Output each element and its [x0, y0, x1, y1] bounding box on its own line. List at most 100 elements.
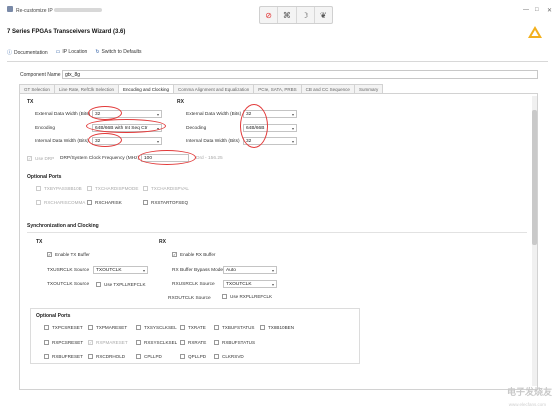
- cb-rxchariscomma[interactable]: RXCHARISCOMMA: [36, 200, 85, 205]
- window-title: Re-customize IP: [16, 8, 53, 14]
- ie-icon[interactable]: ⊘: [260, 7, 279, 23]
- cb-label: CLKRSVD: [222, 354, 244, 359]
- checkbox-box: [136, 325, 141, 330]
- info-icon: ⓘ: [7, 50, 13, 56]
- documentation-link[interactable]: ⓘ Documentation: [7, 49, 48, 56]
- scrollbar-thumb[interactable]: [532, 110, 537, 245]
- checkbox-box: ✓: [47, 252, 52, 257]
- enable-tx-buffer-checkbox[interactable]: ✓ Enable TX Buffer: [47, 252, 90, 257]
- cb-label: RXCHARISCOMMA: [44, 200, 86, 205]
- drp-freq-label: DRP/System Clock Frequency (MHz): [60, 156, 140, 161]
- refresh-icon: ↻: [95, 49, 100, 55]
- cat-icon[interactable]: ❦: [315, 7, 332, 23]
- use-drp-label: Use DRP: [35, 156, 55, 161]
- sync-rx-heading: RX: [159, 239, 166, 245]
- optional-ports-heading: Optional Ports: [27, 174, 62, 180]
- minimize-button[interactable]: —: [523, 7, 529, 13]
- cb-rxstartofseq[interactable]: RXSTARTOFSEQ: [143, 200, 188, 205]
- cb-label: TXPMARESET: [96, 325, 128, 330]
- use-txpllrefclk-checkbox[interactable]: Use TXPLLREFCLK: [96, 282, 146, 287]
- txoutclk-label: TXOUTCLK Source: [47, 282, 90, 287]
- cb-txrate[interactable]: TXRATE: [180, 325, 206, 330]
- cb-rxbufstatus[interactable]: RXBUFSTATUS: [214, 340, 255, 345]
- checkbox-box: [44, 354, 49, 359]
- cb-label: QPLLPD: [188, 354, 207, 359]
- moon-icon[interactable]: ☽: [297, 7, 315, 23]
- annotation-circle: [138, 150, 196, 165]
- cb-label: RXBUFRESET: [52, 354, 83, 359]
- maximize-button[interactable]: □: [535, 7, 539, 13]
- cb-rxsysclksel[interactable]: RXSYSCLKSEL: [136, 340, 177, 345]
- puzzle-icon[interactable]: ⌘: [278, 7, 297, 23]
- watermark: 电子发烧友: [506, 387, 552, 397]
- cb-rxrate[interactable]: RXRATE: [180, 340, 206, 345]
- switch-defaults-link[interactable]: ↻ Switch to Defaults: [95, 49, 141, 56]
- chevron-down-icon: ▾: [142, 268, 145, 273]
- checkbox-box: [214, 354, 219, 359]
- component-name-label: Component Name: [20, 72, 61, 78]
- rxbypass-select[interactable]: Auto ▾: [223, 266, 277, 274]
- optional-ports-2-heading: Optional Ports: [36, 313, 71, 319]
- rxusrclk-select[interactable]: TXOUTCLK ▾: [223, 280, 277, 288]
- cb-label: TX8B10BEN: [268, 325, 295, 330]
- cb-rxcdrhold[interactable]: RXCDRHOLD: [88, 354, 125, 359]
- cb-txbufstatus[interactable]: TXBUFSTATUS: [214, 325, 255, 330]
- divider: [27, 232, 527, 233]
- tx-encoding-label: Encoding: [35, 126, 56, 131]
- use-drp-checkbox[interactable]: ✓ Use DRP: [27, 156, 54, 161]
- checkbox-box: [180, 354, 185, 359]
- enable-rx-buffer-label: Enable RX Buffer: [180, 252, 216, 257]
- cb-rxcharisk[interactable]: RXCHARISK: [87, 200, 122, 205]
- cb-txpcsreset[interactable]: TXPCSRESET: [44, 325, 83, 330]
- cb-txsysclksel[interactable]: TXSYSCLKSEL: [136, 325, 177, 330]
- rxoutclk-label: RXOUTCLK Source: [168, 296, 211, 301]
- cb-txchardispval[interactable]: TXCHARDISPVAL: [143, 186, 189, 191]
- cb-rxbufreset[interactable]: RXBUFRESET: [44, 354, 83, 359]
- chevron-down-icon: ▾: [291, 126, 294, 131]
- enable-rx-buffer-checkbox[interactable]: ✓ Enable RX Buffer: [172, 252, 215, 257]
- cb-qpllpd[interactable]: QPLLPD: [180, 354, 206, 359]
- checkbox-box: [143, 186, 148, 191]
- cb-label: TXBYPASS8B10B: [44, 186, 82, 191]
- annotation-circle: [86, 119, 166, 133]
- cb-label: RXCHARISK: [95, 200, 122, 205]
- cb-label: RXPMARESET: [96, 340, 128, 345]
- chevron-down-icon: ▾: [291, 139, 294, 144]
- cb-label: RXSTARTOFSEQ: [151, 200, 189, 205]
- sync-tx-heading: TX: [36, 239, 43, 245]
- checkbox-box: [96, 282, 101, 287]
- checkbox-box: ✓: [88, 340, 93, 345]
- cb-rxpmareset[interactable]: ✓ RXPMARESET: [88, 340, 128, 345]
- chevron-down-icon: ▾: [291, 112, 294, 117]
- checkbox-box: [143, 200, 148, 205]
- cb-label: RXCDRHOLD: [96, 354, 126, 359]
- cb-label: TXCHARDISPVAL: [151, 186, 189, 191]
- cb-txbypass8b10b[interactable]: TXBYPASS8B10B: [36, 186, 82, 191]
- use-rxpllrefclk-checkbox[interactable]: Use RXPLLREFCLK: [222, 294, 272, 299]
- cb-label: RXRATE: [188, 340, 207, 345]
- vivado-logo-icon: [527, 25, 543, 41]
- cb-label: RXSYSCLKSEL: [144, 340, 178, 345]
- component-name-input[interactable]: gtx_8g: [62, 70, 538, 79]
- wizard-title: 7 Series FPGAs Transceivers Wizard (3.6): [7, 29, 126, 35]
- ip-location-link[interactable]: ▭ IP Location: [56, 49, 88, 56]
- cb-txpmareset[interactable]: TXPMARESET: [88, 325, 127, 330]
- cb-label: RXPCSRESET: [52, 340, 84, 345]
- cb-cpllpd[interactable]: CPLLPD: [136, 354, 162, 359]
- use-txpllrefclk-label: Use TXPLLREFCLK: [104, 282, 146, 287]
- cb-tx8b10ben[interactable]: TX8B10BEN: [260, 325, 294, 330]
- sync-clocking-heading: Synchronization and Clocking: [27, 223, 99, 229]
- checkbox-box: [87, 200, 92, 205]
- chevron-down-icon: ▾: [271, 268, 274, 273]
- rx-ext-width-label: External Data Width (Bits): [186, 112, 242, 117]
- cb-clkrsvd[interactable]: CLKRSVD: [214, 354, 244, 359]
- cb-txchardispmode[interactable]: TXCHARDISPMODE: [87, 186, 138, 191]
- cb-label: TXRATE: [188, 325, 206, 330]
- close-button[interactable]: ✕: [547, 7, 552, 14]
- cb-rxpcsreset[interactable]: RXPCSRESET: [44, 340, 83, 345]
- folder-icon: ▭: [55, 49, 61, 55]
- tx-heading: TX: [27, 99, 34, 105]
- rxusrclk-label: RXUSRCLK Source: [172, 282, 215, 287]
- checkbox-box: [222, 294, 227, 299]
- txusrclk-select[interactable]: TXOUTCLK ▾: [93, 266, 148, 274]
